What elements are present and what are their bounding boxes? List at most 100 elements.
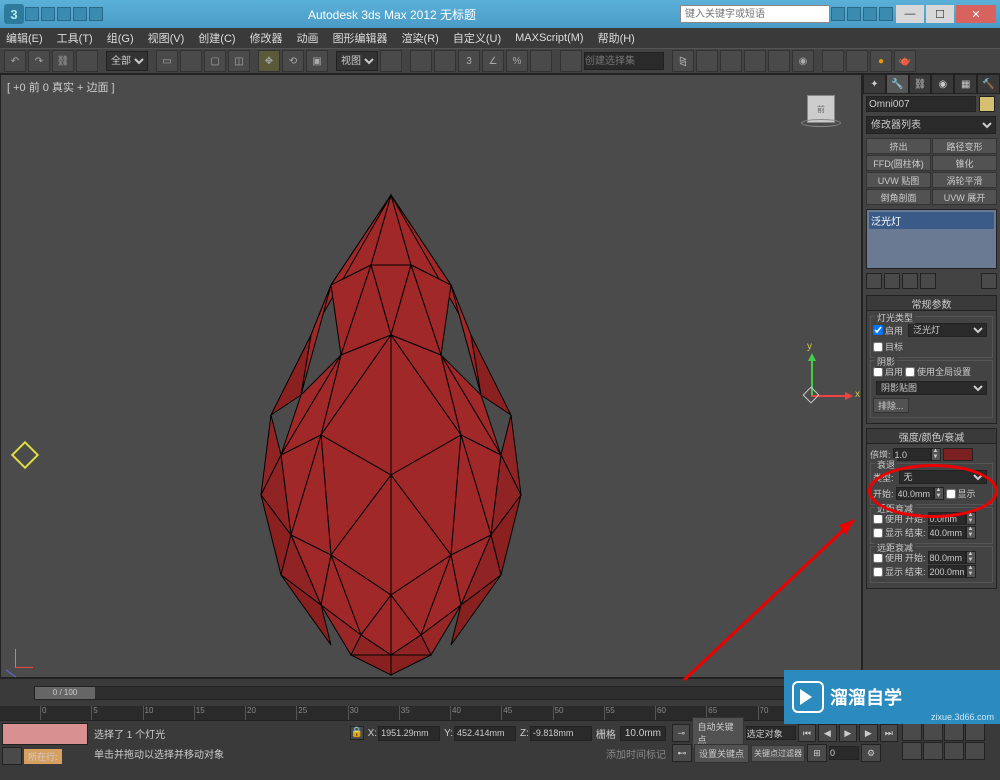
zoom-extents-button[interactable]	[965, 723, 985, 741]
modifier-stack[interactable]: 泛光灯	[866, 209, 997, 269]
link-button[interactable]: ⛓	[52, 50, 74, 72]
setkey-button[interactable]: 设置关键点	[694, 744, 749, 763]
zoom-all-button[interactable]	[944, 723, 964, 741]
mirror-button[interactable]: ⧎	[672, 50, 694, 72]
coord-y-input[interactable]	[454, 726, 516, 741]
set-key-button[interactable]: ⊷	[672, 744, 692, 762]
modifier-list-select[interactable]: 修改器列表	[866, 116, 996, 134]
remove-modifier-button[interactable]	[920, 273, 936, 289]
menu-maxscript[interactable]: MAXScript(M)	[515, 32, 583, 44]
select-region-button[interactable]: ▢	[204, 50, 226, 72]
qat-button[interactable]	[25, 7, 39, 21]
decay-type-select[interactable]: 无	[899, 470, 987, 484]
time-slider-thumb[interactable]: 0 / 100	[35, 687, 95, 699]
manipulate-button[interactable]	[410, 50, 432, 72]
menu-render[interactable]: 渲染(R)	[402, 30, 439, 46]
unlink-button[interactable]	[76, 50, 98, 72]
decay-start-input[interactable]	[896, 487, 934, 500]
tab-modify[interactable]: 🔧	[886, 74, 909, 94]
move-gizmo[interactable]	[15, 445, 39, 469]
object-name-input[interactable]	[866, 96, 976, 112]
menu-graph[interactable]: 图形编辑器	[333, 30, 388, 46]
shadow-enable-checkbox[interactable]	[873, 367, 883, 377]
render-setup-button[interactable]	[822, 50, 844, 72]
lock-icon[interactable]: 🔒	[350, 726, 364, 740]
menu-tools[interactable]: 工具(T)	[57, 30, 93, 46]
menu-help[interactable]: 帮助(H)	[598, 30, 635, 46]
object-color-swatch[interactable]	[979, 96, 995, 112]
scale-button[interactable]: ▣	[306, 50, 328, 72]
multiplier-input[interactable]	[893, 448, 931, 461]
far-use-checkbox[interactable]	[873, 553, 883, 563]
layer-button[interactable]	[720, 50, 742, 72]
pan-button[interactable]	[923, 742, 943, 760]
keyboard-shortcut-button[interactable]	[434, 50, 456, 72]
orbit-button[interactable]	[944, 742, 964, 760]
zoom-button[interactable]	[923, 723, 943, 741]
menu-custom[interactable]: 自定义(U)	[453, 30, 501, 46]
goto-end-button[interactable]: ⏭	[880, 724, 898, 742]
percent-snap-button[interactable]: %	[506, 50, 528, 72]
menu-view[interactable]: 视图(V)	[148, 30, 185, 46]
enable-light-checkbox[interactable]	[873, 325, 883, 335]
pan-view-button[interactable]	[902, 723, 922, 741]
qat-button[interactable]	[73, 7, 87, 21]
exclude-button[interactable]: 排除...	[873, 398, 909, 413]
light-color-swatch[interactable]	[943, 448, 973, 461]
pin-stack-button[interactable]	[866, 273, 882, 289]
curve-editor-button[interactable]	[744, 50, 766, 72]
near-start-input[interactable]	[928, 512, 966, 525]
make-unique-button[interactable]	[902, 273, 918, 289]
script-listener[interactable]	[2, 723, 88, 745]
render-frame-button[interactable]	[846, 50, 868, 72]
qat-button[interactable]	[41, 7, 55, 21]
rotate-button[interactable]: ⟲	[282, 50, 304, 72]
stack-item[interactable]: 泛光灯	[869, 212, 994, 229]
favorites-icon[interactable]	[863, 7, 877, 21]
redo-button[interactable]: ↷	[28, 50, 50, 72]
fov-button[interactable]	[902, 742, 922, 760]
menu-modifier[interactable]: 修改器	[250, 30, 283, 46]
move-button[interactable]: ✥	[258, 50, 280, 72]
far-start-input[interactable]	[928, 551, 966, 564]
key-mode-button[interactable]: ⊸	[672, 724, 690, 742]
align-button[interactable]	[696, 50, 718, 72]
qat-button[interactable]	[57, 7, 71, 21]
coord-z-input[interactable]	[530, 726, 592, 741]
menu-animation[interactable]: 动画	[297, 30, 319, 46]
rollout-intensity[interactable]: 强度/颜色/衰减	[866, 428, 997, 444]
shadow-map-select[interactable]: 阴影贴图	[876, 381, 987, 395]
current-frame-input[interactable]	[829, 746, 859, 760]
schematic-button[interactable]	[768, 50, 790, 72]
far-show-checkbox[interactable]	[873, 567, 883, 577]
close-button[interactable]: ✕	[956, 5, 996, 23]
render-button[interactable]: ●	[870, 50, 892, 72]
modifier-bevel-button[interactable]: 倒角剖面	[866, 189, 931, 205]
far-end-input[interactable]	[928, 565, 966, 578]
menu-group[interactable]: 组(G)	[107, 30, 134, 46]
near-use-checkbox[interactable]	[873, 514, 883, 524]
key-filter-button[interactable]: 关键点过滤器	[751, 745, 805, 762]
modifier-extrude-button[interactable]: 挤出	[866, 138, 931, 154]
coord-x-input[interactable]	[378, 726, 440, 741]
configure-sets-button[interactable]	[981, 273, 997, 289]
select-name-button[interactable]	[180, 50, 202, 72]
modifier-unwrap-button[interactable]: UVW 展开	[932, 189, 997, 205]
add-time-tag[interactable]: 添加时间标记	[606, 746, 666, 761]
help-icon[interactable]	[879, 7, 893, 21]
script-mini-button[interactable]	[2, 747, 22, 765]
time-config2-button[interactable]: ⚙	[861, 744, 881, 762]
qat-button[interactable]	[89, 7, 103, 21]
tab-display[interactable]: ▦	[954, 74, 977, 94]
modifier-taper-button[interactable]: 锥化	[932, 155, 997, 171]
named-sel-button[interactable]	[560, 50, 582, 72]
near-show-checkbox[interactable]	[873, 528, 883, 538]
tab-motion[interactable]: ◉	[931, 74, 954, 94]
tab-create[interactable]: ✦	[863, 74, 886, 94]
window-crossing-button[interactable]: ◫	[228, 50, 250, 72]
modifier-pathdeform-button[interactable]: 路径变形	[932, 138, 997, 154]
material-button[interactable]: ◉	[792, 50, 814, 72]
menu-create[interactable]: 创建(C)	[198, 30, 235, 46]
modifier-ffd-button[interactable]: FFD(圆柱体)	[866, 155, 931, 171]
signin-icon[interactable]	[847, 7, 861, 21]
